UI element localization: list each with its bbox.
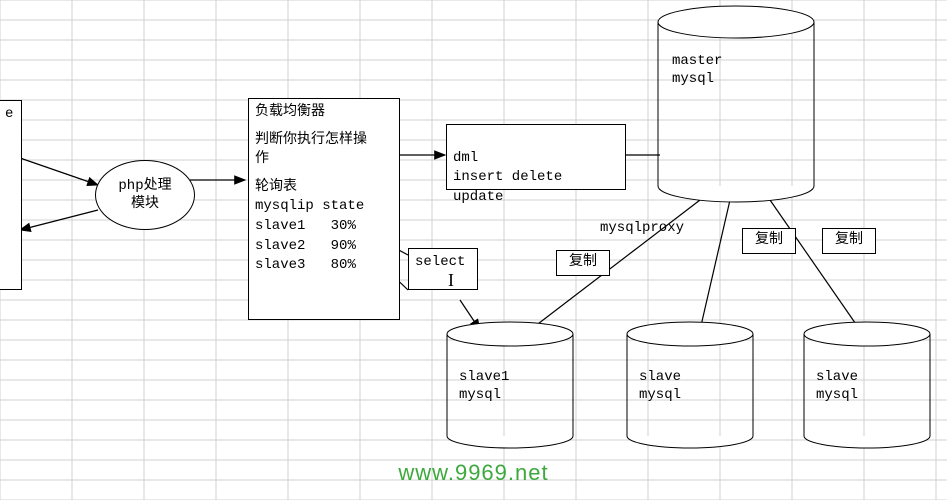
slave1-db-node: slave1 mysql: [445, 320, 575, 450]
lb-row: slave1 30%: [255, 217, 393, 237]
watermark-text: www.9969.net: [0, 460, 947, 486]
left-fragment-text: e: [5, 106, 13, 122]
copy-label-1: 复制: [556, 250, 610, 276]
select-label: select: [415, 254, 465, 270]
slave3-db-label: slave mysql: [816, 368, 858, 404]
lb-row: slave2 90%: [255, 237, 393, 257]
select-node: select: [408, 248, 478, 290]
slave2-db-label: slave mysql: [639, 368, 681, 404]
left-fragment-box: e: [0, 100, 22, 290]
copy-label-2: 复制: [742, 228, 796, 254]
php-module-label: php处理 模块: [118, 177, 171, 213]
text-cursor-icon: I: [448, 270, 454, 291]
mysqlproxy-label: mysqlproxy: [600, 220, 684, 236]
dml-node: dml insert delete update: [446, 124, 626, 190]
master-db-node: master mysql: [656, 4, 816, 204]
slave2-db-node: slave mysql: [625, 320, 755, 450]
slave3-db-node: slave mysql: [802, 320, 932, 450]
php-module-node: php处理 模块: [95, 160, 195, 230]
slave1-db-label: slave1 mysql: [459, 368, 509, 404]
copy-label-3: 复制: [822, 228, 876, 254]
lb-table-header: mysqlip state: [255, 197, 393, 217]
lb-title: 负载均衡器: [255, 103, 393, 123]
lb-polling-title: 轮询表: [255, 178, 393, 198]
master-db-label: master mysql: [672, 52, 722, 88]
lb-row: slave3 80%: [255, 256, 393, 276]
load-balancer-node: 负载均衡器 判断你执行怎样操 作 轮询表 mysqlip state slave…: [248, 98, 400, 320]
lb-desc: 判断你执行怎样操 作: [255, 131, 393, 170]
